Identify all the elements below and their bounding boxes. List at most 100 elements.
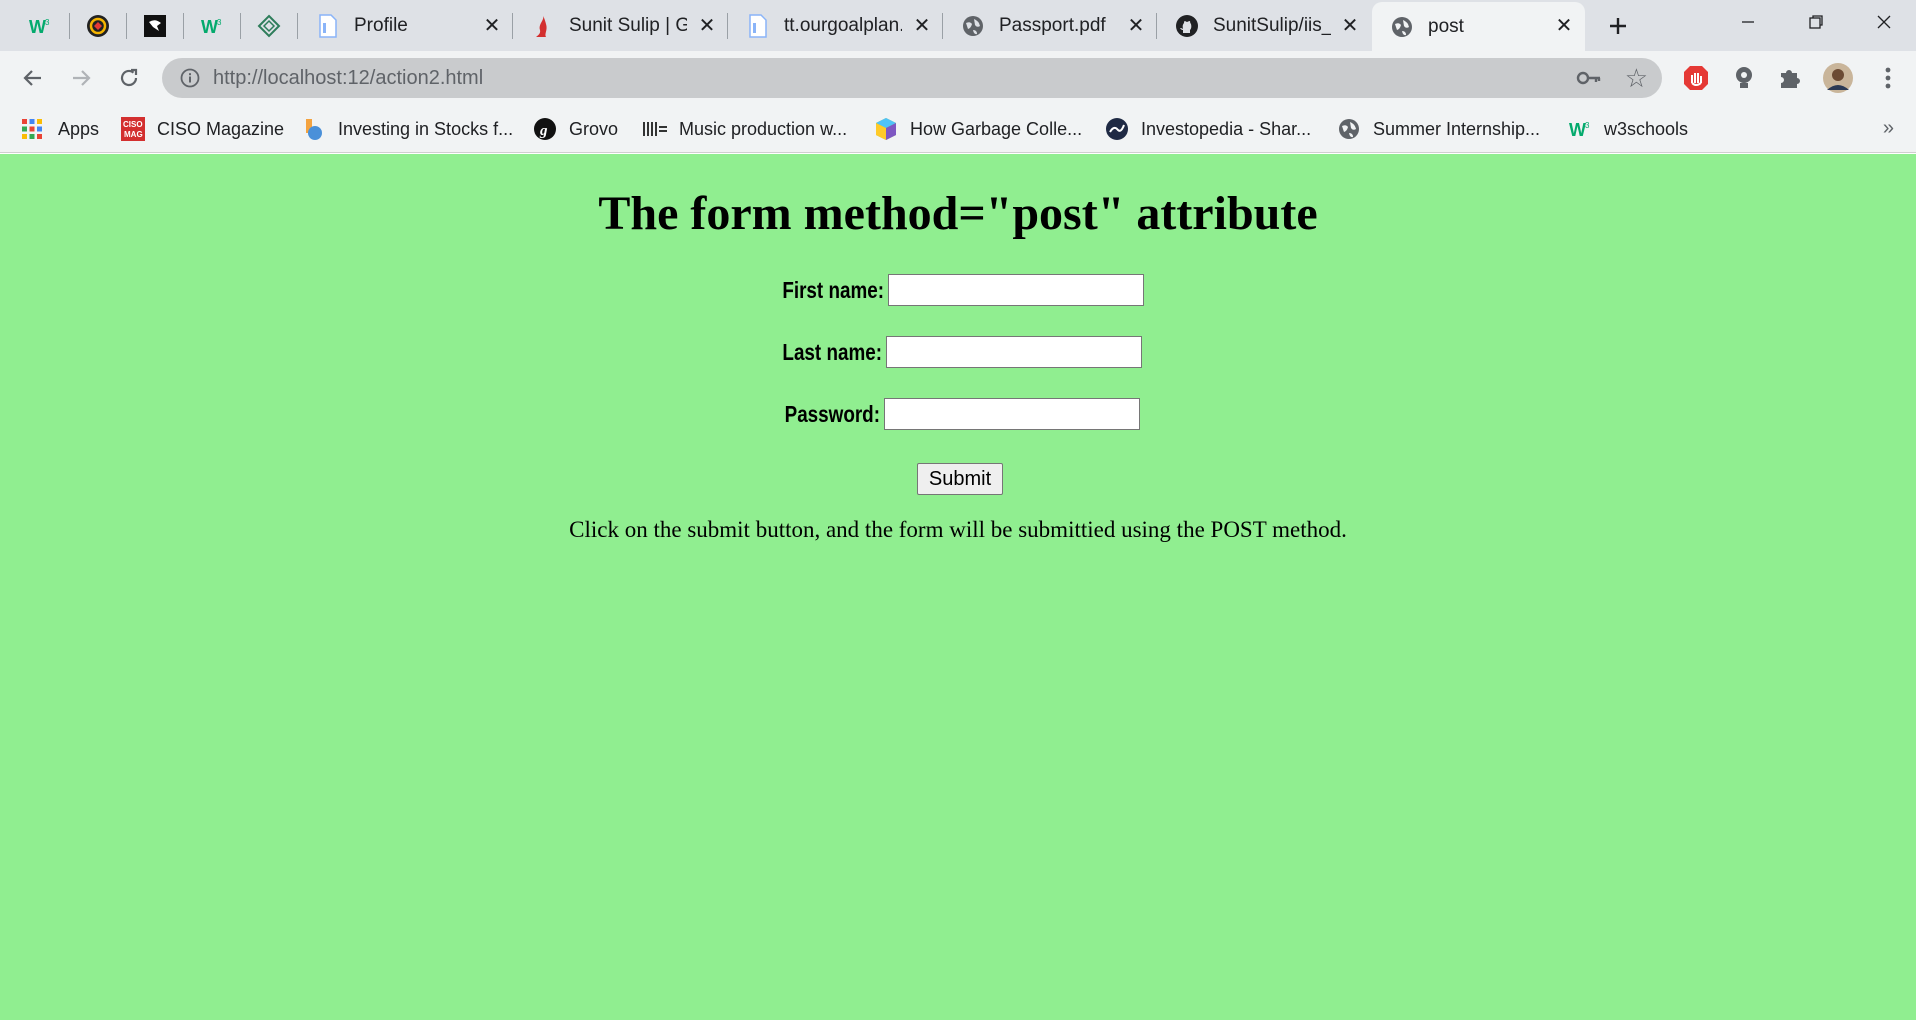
bookmark-label: w3schools <box>1604 118 1689 139</box>
back-button[interactable] <box>16 61 50 95</box>
close-icon[interactable]: ✕ <box>479 12 505 38</box>
minimize-button[interactable] <box>1714 0 1782 44</box>
bookmark-music-production[interactable]: Music production w... <box>643 115 847 143</box>
browser-toolbar: http://localhost:12/action2.html ☆ <box>0 51 1916 105</box>
globe-icon <box>1390 15 1414 39</box>
bookmark-apps[interactable]: Apps <box>20 115 99 143</box>
arrow-left-icon <box>23 70 41 86</box>
close-icon[interactable]: ✕ <box>694 12 720 38</box>
document-icon <box>746 13 770 38</box>
tab-post[interactable]: post ✕ <box>1372 2 1585 51</box>
grovo-icon: g <box>533 117 557 141</box>
password-row: Password: <box>736 398 1140 430</box>
close-icon[interactable]: ✕ <box>909 12 935 38</box>
ciso-mag-icon: CISO MAG <box>121 117 145 141</box>
tab-sunit-sulip[interactable]: Sunit Sulip | Gc ✕ <box>513 0 728 51</box>
music-bars-icon <box>643 117 667 141</box>
arrow-right-icon <box>73 70 91 86</box>
apps-grid-icon <box>20 117 44 141</box>
investopedia-icon <box>1105 117 1129 141</box>
w3schools-icon: W3 <box>200 14 224 38</box>
bookmark-label: Apps <box>58 118 100 139</box>
lightbulb-icon[interactable] <box>1728 62 1760 94</box>
tab-2[interactable] <box>127 0 184 51</box>
svg-text:3: 3 <box>217 18 222 27</box>
info-icon[interactable] <box>178 66 202 90</box>
tab-profile[interactable]: Profile ✕ <box>298 0 513 51</box>
bookmark-star-icon[interactable]: ☆ <box>1625 64 1648 92</box>
diamond-logo-icon <box>257 14 281 38</box>
bookmarks-bar: Apps CISO MAG CISO Magazine Investing in … <box>0 105 1916 153</box>
reload-button[interactable] <box>112 61 146 95</box>
w3schools-icon: W3 <box>1568 117 1592 141</box>
tab-ourgoalplan[interactable]: tt.ourgoalplan. ✕ <box>728 0 943 51</box>
colorful-circle-icon <box>86 14 110 38</box>
svg-text:MAG: MAG <box>124 130 143 139</box>
new-tab-button[interactable] <box>1598 10 1638 42</box>
bookmark-label: How Garbage Colle... <box>910 118 1083 139</box>
bookmark-grovo[interactable]: g Grovo <box>533 115 618 143</box>
page-title: The form method="post" attribute <box>598 187 1318 240</box>
bookmark-investopedia[interactable]: Investopedia - Shar... <box>1105 115 1311 143</box>
tab-title: Passport.pdf <box>999 14 1106 36</box>
globe-icon <box>1337 117 1361 141</box>
bookmark-summer-internship[interactable]: Summer Internship... <box>1337 115 1540 143</box>
password-input[interactable] <box>884 398 1140 430</box>
first-name-label: First name: <box>782 276 884 303</box>
red-flame-icon <box>531 14 555 38</box>
url-text[interactable]: http://localhost:12/action2.html <box>213 67 483 90</box>
last-name-row: Last name: <box>738 336 1142 368</box>
address-bar[interactable]: http://localhost:12/action2.html ☆ <box>162 58 1662 98</box>
globe-icon <box>961 14 985 38</box>
bookmark-label: Investing in Stocks f... <box>338 118 514 139</box>
tab-0[interactable]: W3 <box>14 0 70 51</box>
tab-3[interactable]: W3 <box>184 0 241 51</box>
password-label: Password: <box>784 400 880 427</box>
bookmark-label: Investopedia - Shar... <box>1141 118 1312 139</box>
tab-1[interactable] <box>70 0 127 51</box>
bookmark-garbage-collection[interactable]: How Garbage Colle... <box>874 115 1082 143</box>
last-name-input[interactable] <box>886 336 1142 368</box>
tab-title: tt.ourgoalplan. <box>784 14 902 36</box>
svg-text:CISO: CISO <box>123 120 143 129</box>
tab-title: SunitSulip/iis_s <box>1213 14 1331 36</box>
plus-icon <box>1610 18 1626 34</box>
restore-icon <box>1809 15 1823 29</box>
tab-strip: W3 W3 Profile ✕ Sunit Sulip | Gc ✕ tt.ou… <box>0 0 1916 51</box>
bookmark-label: CISO Magazine <box>157 118 285 139</box>
bookmark-investing[interactable]: Investing in Stocks f... <box>302 115 513 143</box>
close-icon[interactable]: ✕ <box>1551 12 1577 38</box>
avatar[interactable] <box>1822 62 1854 94</box>
first-name-input[interactable] <box>888 274 1144 306</box>
restore-button[interactable] <box>1782 0 1850 44</box>
bookmark-w3schools[interactable]: W3 w3schools <box>1568 115 1688 143</box>
tab-passport[interactable]: Passport.pdf ✕ <box>943 0 1157 51</box>
extensions-puzzle-icon[interactable] <box>1774 62 1806 94</box>
key-icon[interactable] <box>1576 66 1602 95</box>
black-square-icon <box>143 14 167 38</box>
menu-kebab-icon[interactable] <box>1872 62 1904 94</box>
submit-button[interactable]: Submit <box>917 463 1003 495</box>
investing-icon <box>302 117 326 141</box>
instruction-text: Click on the submit button, and the form… <box>569 517 1347 542</box>
minimize-icon <box>1742 21 1754 23</box>
github-icon <box>1175 14 1199 38</box>
close-icon <box>1877 15 1891 29</box>
bookmarks-overflow-chevron-icon[interactable]: » <box>1883 117 1894 140</box>
bookmark-label: Grovo <box>569 118 619 139</box>
svg-text:3: 3 <box>1585 121 1590 130</box>
adblock-icon[interactable] <box>1680 62 1712 94</box>
close-icon[interactable]: ✕ <box>1123 12 1149 38</box>
close-window-button[interactable] <box>1850 0 1916 44</box>
svg-text:W: W <box>1569 120 1586 138</box>
forward-button[interactable] <box>64 61 98 95</box>
bookmark-label: Summer Internship... <box>1373 118 1541 139</box>
tab-github[interactable]: SunitSulip/iis_s ✕ <box>1157 0 1371 51</box>
w3schools-icon: W3 <box>28 14 52 38</box>
bookmark-label: Music production w... <box>679 118 848 139</box>
tab-4[interactable] <box>241 0 298 51</box>
reload-icon <box>120 68 138 87</box>
bookmark-ciso-magazine[interactable]: CISO MAG CISO Magazine <box>121 115 284 143</box>
last-name-label: Last name: <box>782 338 882 365</box>
close-icon[interactable]: ✕ <box>1337 12 1363 38</box>
